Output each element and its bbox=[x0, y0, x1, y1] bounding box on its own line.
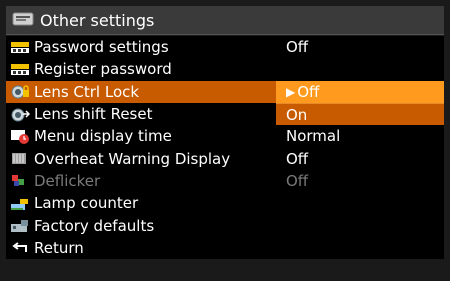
caret-right-icon: ▶ bbox=[286, 84, 296, 99]
menu-item-overheat-warning-display[interactable]: Overheat Warning Display Off bbox=[6, 147, 444, 170]
menu-title-bar: Other settings bbox=[6, 6, 444, 35]
osd-menu: Other settings Password settings Off Reg… bbox=[0, 0, 450, 281]
menu-item-value[interactable]: ▶ Off bbox=[276, 80, 444, 103]
value-text: Off bbox=[286, 149, 309, 168]
password-icon bbox=[11, 41, 29, 53]
settings-card-icon bbox=[12, 12, 34, 26]
dropdown-option-on[interactable]: On bbox=[276, 102, 444, 126]
value-text: Off bbox=[286, 38, 309, 57]
menu-item-factory-defaults[interactable]: Factory defaults bbox=[6, 214, 444, 237]
menu-item-register-password[interactable]: Register password bbox=[6, 58, 444, 81]
menu-item-label: Password settings bbox=[34, 38, 169, 57]
menu-item-lens-ctrl-lock[interactable]: Lens Ctrl Lock ▶ Off bbox=[6, 80, 444, 103]
menu-time-icon bbox=[11, 129, 29, 144]
menu-item-return[interactable]: Return bbox=[6, 236, 444, 259]
lens-lock-icon bbox=[11, 85, 29, 99]
menu-item-lamp-counter[interactable]: Lamp counter bbox=[6, 192, 444, 215]
menu-item-password-settings[interactable]: Password settings Off bbox=[6, 36, 444, 59]
lamp-counter-icon bbox=[11, 198, 28, 210]
menu-item-deflicker: Deflicker Off bbox=[6, 169, 444, 193]
factory-defaults-icon bbox=[11, 220, 28, 233]
value-text: Normal bbox=[286, 127, 341, 146]
menu-item-label: Return bbox=[34, 238, 84, 257]
menu-item-label: Lens shift Reset bbox=[34, 105, 153, 124]
menu-item-label: Menu display time bbox=[34, 127, 172, 146]
menu-item-value: Normal bbox=[276, 125, 444, 147]
register-password-icon bbox=[11, 63, 29, 75]
page-title: Other settings bbox=[40, 10, 155, 30]
menu-item-menu-display-time[interactable]: Menu display time Normal bbox=[6, 125, 444, 148]
lens-shift-icon bbox=[11, 108, 30, 122]
menu-item-label: Factory defaults bbox=[34, 216, 155, 235]
value-text: Off bbox=[297, 82, 320, 101]
overheat-icon bbox=[12, 153, 26, 165]
menu-item-label: Deflicker bbox=[34, 171, 101, 190]
menu-item-value: Off bbox=[276, 147, 444, 169]
menu-item-label: Lamp counter bbox=[34, 194, 139, 213]
value-text: On bbox=[286, 105, 308, 124]
menu-item-value: Off bbox=[276, 170, 444, 192]
value-text: Off bbox=[286, 171, 309, 190]
menu-item-lens-shift-reset[interactable]: Lens shift Reset On bbox=[6, 102, 444, 126]
return-icon bbox=[12, 242, 27, 253]
menu-item-label: Lens Ctrl Lock bbox=[34, 82, 140, 101]
menu-item-value: Off bbox=[276, 36, 444, 58]
menu-item-label: Register password bbox=[34, 60, 172, 79]
menu-item-label: Overheat Warning Display bbox=[34, 149, 231, 168]
menu-list: Password settings Off Register password bbox=[6, 36, 444, 259]
deflicker-icon bbox=[12, 175, 24, 187]
